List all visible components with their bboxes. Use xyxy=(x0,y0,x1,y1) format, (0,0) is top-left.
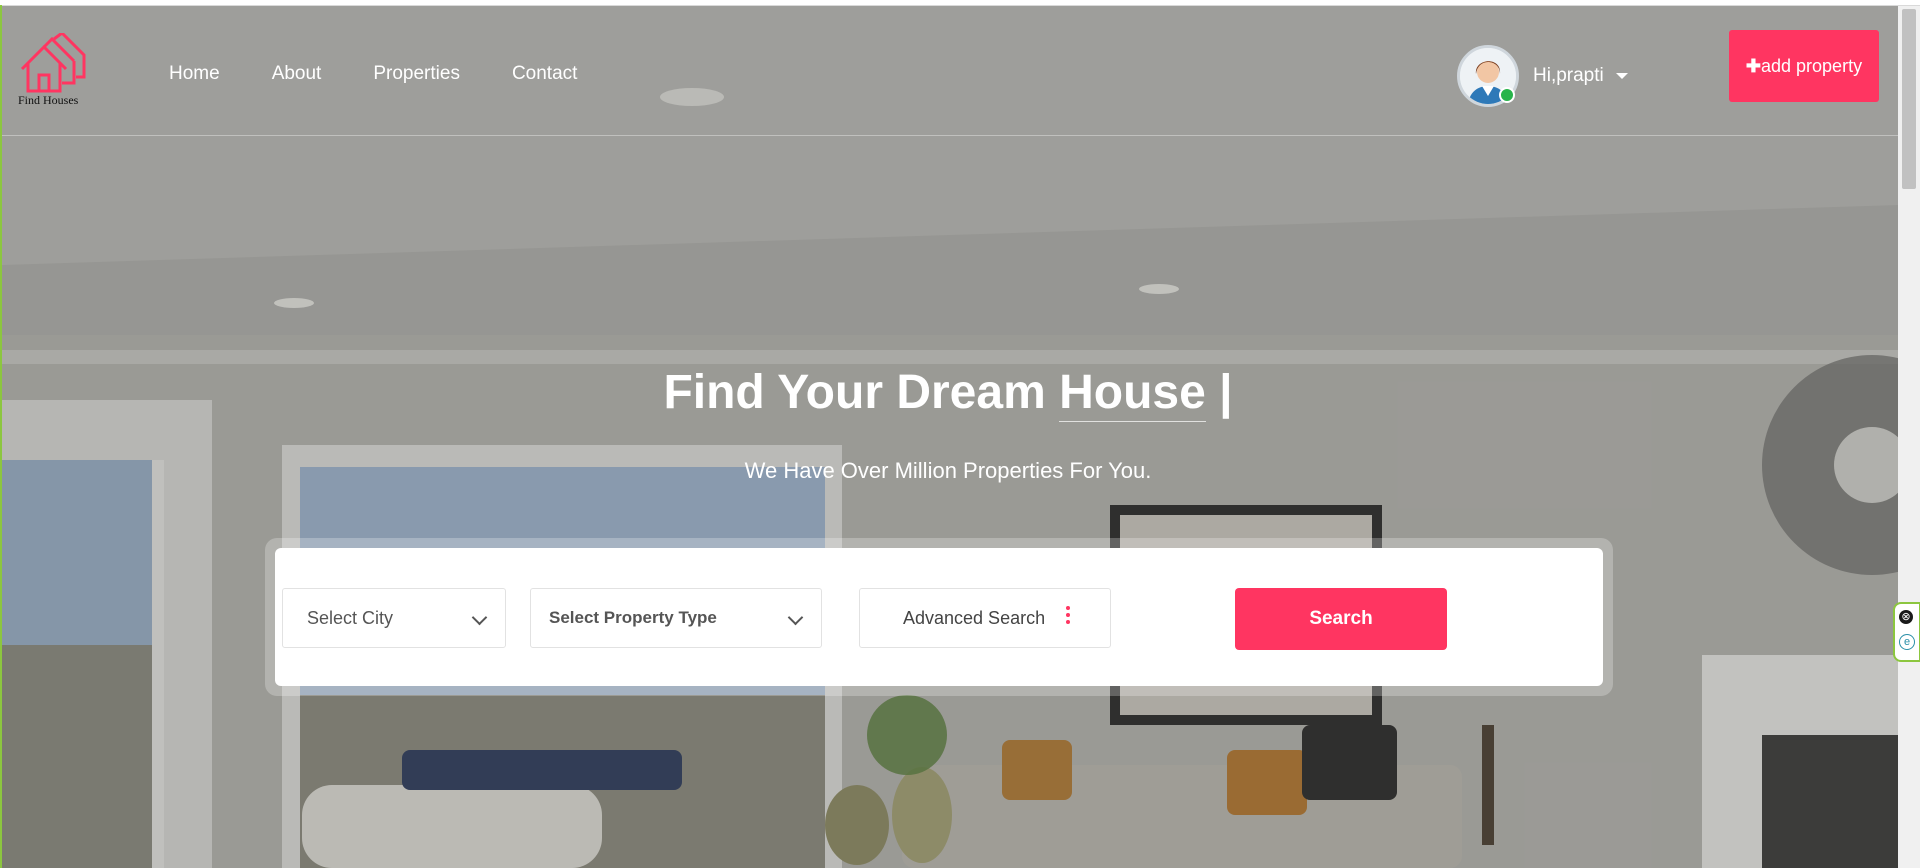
add-property-label: add property xyxy=(1761,56,1863,76)
main-nav: Home About Properties Contact xyxy=(169,63,629,85)
logo[interactable]: Find Houses xyxy=(18,33,98,113)
floating-widget[interactable]: ⊗ e xyxy=(1893,602,1920,662)
user-menu[interactable]: Hi,prapti xyxy=(1457,45,1628,107)
e-icon[interactable]: e xyxy=(1899,634,1915,650)
advanced-search-label: Advanced Search xyxy=(903,607,1046,628)
nav-contact[interactable]: Contact xyxy=(512,63,577,85)
headline-typed-word: House xyxy=(1059,366,1206,422)
online-status-dot xyxy=(1499,87,1515,103)
nav-about[interactable]: About xyxy=(272,63,322,85)
more-vertical-icon xyxy=(1066,606,1070,627)
search-card: Select City Select Property Type Advance… xyxy=(275,548,1603,686)
hero-headline: Find Your Dream House | xyxy=(0,365,1896,422)
city-select[interactable]: Select City xyxy=(282,588,506,648)
site-header: Find Houses Home About Properties Contac… xyxy=(2,5,1898,136)
chevron-down-icon xyxy=(471,609,488,626)
window-top-edge xyxy=(0,0,1920,6)
house-icon xyxy=(20,33,86,93)
city-select-label: Select City xyxy=(307,607,394,628)
window-left-edge xyxy=(0,5,2,868)
scrollbar-thumb[interactable] xyxy=(1902,9,1916,189)
vertical-scrollbar[interactable] xyxy=(1898,5,1920,868)
search-button[interactable]: Search xyxy=(1235,588,1447,650)
chevron-down-icon xyxy=(787,609,804,626)
typing-cursor: | xyxy=(1205,366,1233,419)
add-property-button[interactable]: ✚add property xyxy=(1729,30,1879,102)
plus-icon: ✚ xyxy=(1745,56,1761,76)
close-icon[interactable]: ⊗ xyxy=(1899,610,1913,624)
nav-properties[interactable]: Properties xyxy=(373,63,460,85)
property-type-select[interactable]: Select Property Type xyxy=(530,588,822,648)
nav-home[interactable]: Home xyxy=(169,63,220,85)
hero-subline: We Have Over Million Properties For You. xyxy=(744,458,1152,483)
logo-text: Find Houses xyxy=(18,93,79,107)
advanced-search-toggle[interactable]: Advanced Search xyxy=(859,588,1111,648)
search-panel: Select City Select Property Type Advance… xyxy=(265,538,1613,696)
property-type-label: Select Property Type xyxy=(549,608,717,627)
user-greeting[interactable]: Hi,prapti xyxy=(1533,65,1604,87)
caret-down-icon[interactable] xyxy=(1615,73,1628,79)
headline-prefix: Find Your Dream xyxy=(663,366,1060,419)
